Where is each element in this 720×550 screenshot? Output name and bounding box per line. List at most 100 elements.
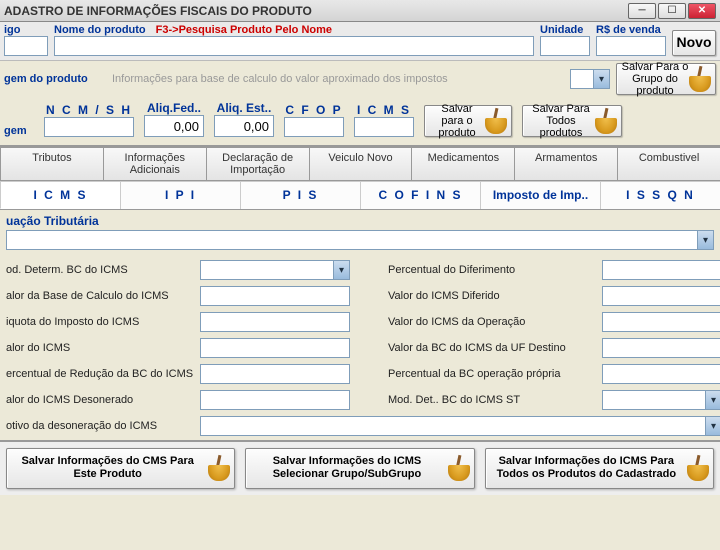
broom-icon bbox=[689, 66, 711, 92]
window-title: ADASTRO DE INFORMAÇÕES FISCAIS DO PRODUT… bbox=[4, 4, 312, 18]
tab-declaracao-importacao[interactable]: Declaração de Importação bbox=[206, 147, 310, 180]
tab-cofins[interactable]: C O F I N S bbox=[360, 181, 481, 209]
tab-medicamentos[interactable]: Medicamentos bbox=[411, 147, 515, 180]
close-button[interactable]: ✕ bbox=[688, 3, 716, 19]
preco-label: R$ de venda bbox=[596, 24, 666, 36]
origem-row: gem do produto Informações para base de … bbox=[0, 61, 720, 97]
tab-imposto-imp[interactable]: Imposto de Imp.. bbox=[480, 181, 601, 209]
pesquisa-hint: F3->Pesquisa Produto Pelo Nome bbox=[156, 24, 332, 36]
salvar-todos-button[interactable]: Salvar Para Todos produtos bbox=[522, 105, 622, 137]
perc-reducao-input[interactable] bbox=[200, 364, 350, 384]
salvar-grupo-label: Salvar Para o Grupo do produto bbox=[621, 61, 689, 97]
chevron-down-icon bbox=[333, 261, 349, 279]
broom-icon bbox=[595, 108, 617, 134]
salvar-este-produto-button[interactable]: Salvar Informações do CMS Para Este Prod… bbox=[6, 448, 235, 488]
tab-pis[interactable]: P I S bbox=[240, 181, 361, 209]
chevron-down-icon bbox=[593, 70, 609, 88]
bottom-actions: Salvar Informações do CMS Para Este Prod… bbox=[0, 440, 720, 494]
ncm-input[interactable] bbox=[44, 117, 134, 137]
aliqfed-input[interactable] bbox=[144, 115, 204, 137]
broom-icon bbox=[448, 455, 470, 481]
salvar-grupo-button[interactable]: Salvar Para o Grupo do produto bbox=[616, 63, 716, 95]
lbl-perc-dif: Percentual do Diferimento bbox=[388, 264, 598, 276]
icms-form: od. Determ. BC do ICMS Percentual do Dif… bbox=[0, 256, 720, 440]
mod-bc-combo[interactable] bbox=[200, 260, 350, 280]
sub-tabs: I C M S I P I P I S C O F I N S Imposto … bbox=[0, 181, 720, 210]
salvar-grupo-subgrupo-button[interactable]: Salvar Informações do ICMS Selecionar Gr… bbox=[245, 448, 474, 488]
salvar-todos-cad-label: Salvar Informações do ICMS Para Todos os… bbox=[490, 455, 683, 481]
chevron-down-icon bbox=[705, 417, 720, 435]
novo-button[interactable]: Novo bbox=[672, 30, 716, 56]
salvar-todos-cadastrado-button[interactable]: Salvar Informações do ICMS Para Todos os… bbox=[485, 448, 714, 488]
salvar-todos-label: Salvar Para Todos produtos bbox=[527, 103, 595, 139]
nome-input[interactable] bbox=[54, 36, 534, 56]
minimize-button[interactable]: ─ bbox=[628, 3, 656, 19]
lbl-motivo-desoneracao: otivo da desoneração do ICMS bbox=[6, 420, 196, 432]
perc-dif-input[interactable] bbox=[602, 260, 720, 280]
lbl-perc-reducao: ercentual de Redução da BC do ICMS bbox=[6, 368, 196, 380]
lbl-icms-diferido: Valor do ICMS Diferido bbox=[388, 290, 598, 302]
tab-issqn[interactable]: I S S Q N bbox=[600, 181, 720, 209]
chevron-down-icon bbox=[705, 391, 720, 409]
lbl-icms-desonerado: alor do ICMS Desonerado bbox=[6, 394, 196, 406]
window-titlebar: ADASTRO DE INFORMAÇÕES FISCAIS DO PRODUT… bbox=[0, 0, 720, 22]
tab-tributos[interactable]: Tributos bbox=[0, 147, 104, 180]
codigo-label: igo bbox=[4, 24, 48, 36]
chevron-down-icon bbox=[697, 231, 713, 249]
main-tabs: Tributos Informações Adicionais Declaraç… bbox=[0, 147, 720, 181]
lbl-icms-operacao: Valor do ICMS da Operação bbox=[388, 316, 598, 328]
tab-info-adicionais[interactable]: Informações Adicionais bbox=[103, 147, 207, 180]
origem-produto-label: gem do produto bbox=[4, 73, 104, 85]
aliquota-input[interactable] bbox=[200, 312, 350, 332]
cfop-header: C F O P bbox=[285, 103, 342, 117]
base-calc-input[interactable] bbox=[200, 286, 350, 306]
situacao-combo[interactable] bbox=[6, 230, 714, 250]
impostos-hint: Informações para base de calculo do valo… bbox=[110, 69, 564, 89]
tab-veiculo-novo[interactable]: Veiculo Novo bbox=[309, 147, 413, 180]
tab-icms[interactable]: I C M S bbox=[0, 181, 121, 209]
valor-icms-input[interactable] bbox=[200, 338, 350, 358]
aliqest-input[interactable] bbox=[214, 115, 274, 137]
salvar-grupo-sub-label: Salvar Informações do ICMS Selecionar Gr… bbox=[250, 455, 443, 481]
header-row: igo Nome do produto F3->Pesquisa Produto… bbox=[0, 22, 720, 61]
salvar-produto-label: Salvar para o produto bbox=[429, 103, 485, 139]
lbl-mod-bc: od. Determ. BC do ICMS bbox=[6, 264, 196, 276]
nome-label: Nome do produto bbox=[54, 24, 146, 36]
lbl-bc-uf-destino: Valor da BC do ICMS da UF Destino bbox=[388, 342, 598, 354]
broom-icon bbox=[687, 455, 709, 481]
ncm-row: gem N C M / S H Aliq.Fed.. Aliq. Est.. C… bbox=[0, 97, 720, 147]
preco-input[interactable] bbox=[596, 36, 666, 56]
lbl-mod-bc-st: Mod. Det.. BC do ICMS ST bbox=[388, 394, 598, 406]
salvar-este-label: Salvar Informações do CMS Para Este Prod… bbox=[11, 455, 204, 481]
broom-icon bbox=[208, 455, 230, 481]
unidade-input[interactable] bbox=[540, 36, 590, 56]
icms-input[interactable] bbox=[354, 117, 414, 137]
motivo-desoneracao-combo[interactable] bbox=[200, 416, 720, 436]
tab-ipi[interactable]: I P I bbox=[120, 181, 241, 209]
lbl-perc-bc-propria: Percentual da BC operação própria bbox=[388, 368, 598, 380]
icms-header: I C M S bbox=[357, 103, 411, 117]
tab-combustivel[interactable]: Combustivel bbox=[617, 147, 720, 180]
codigo-input[interactable] bbox=[4, 36, 48, 56]
icms-desonerado-input[interactable] bbox=[200, 390, 350, 410]
perc-bc-propria-input[interactable] bbox=[602, 364, 720, 384]
origem-combo[interactable] bbox=[570, 69, 610, 89]
bc-uf-destino-input[interactable] bbox=[602, 338, 720, 358]
aliqfed-header: Aliq.Fed.. bbox=[147, 101, 201, 115]
lbl-aliquota: iquota do Imposto do ICMS bbox=[6, 316, 196, 328]
tab-armamentos[interactable]: Armamentos bbox=[514, 147, 618, 180]
maximize-button[interactable]: ☐ bbox=[658, 3, 686, 19]
icms-diferido-input[interactable] bbox=[602, 286, 720, 306]
ncm-header: N C M / S H bbox=[46, 103, 132, 117]
window-buttons: ─ ☐ ✕ bbox=[628, 3, 716, 19]
cfop-input[interactable] bbox=[284, 117, 344, 137]
unidade-label: Unidade bbox=[540, 24, 590, 36]
mod-bc-st-combo[interactable] bbox=[602, 390, 720, 410]
lbl-base-calc: alor da Base de Calculo do ICMS bbox=[6, 290, 196, 302]
icms-operacao-input[interactable] bbox=[602, 312, 720, 332]
broom-icon bbox=[485, 108, 507, 134]
aliqest-header: Aliq. Est.. bbox=[217, 101, 272, 115]
situacao-label: uação Tributária bbox=[0, 210, 720, 230]
salvar-produto-button[interactable]: Salvar para o produto bbox=[424, 105, 512, 137]
origem-label: gem bbox=[4, 125, 34, 137]
